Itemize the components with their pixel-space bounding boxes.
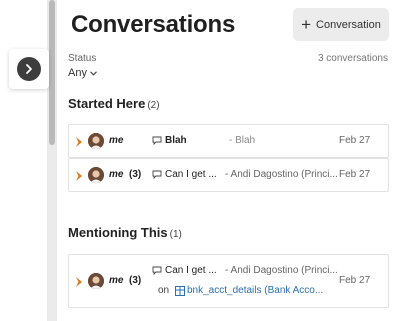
message-count: (3) — [129, 275, 142, 286]
message-snippet: - Andi Dagostino (Princi... — [225, 265, 338, 276]
conversation-date: Feb 27 — [339, 135, 371, 146]
section-title-mentioning-this: Mentioning This (1) — [68, 225, 182, 240]
status-filter-select[interactable]: Any — [68, 67, 97, 79]
conversation-topic: Can I get ... — [152, 265, 217, 276]
chevron-down-icon — [90, 70, 97, 76]
plus-icon: + — [301, 14, 312, 34]
section-title-text: Started Here — [68, 96, 146, 111]
asset-link[interactable]: bnk_acct_details (Bank Acco... — [175, 285, 323, 296]
avatar — [88, 167, 104, 183]
conversation-topic: Can I get ... — [152, 169, 217, 180]
topic-text: Blah — [165, 135, 187, 146]
participant-name: me — [109, 169, 124, 180]
new-conversation-button[interactable]: + Conversation — [293, 8, 389, 41]
topic-text: Can I get ... — [165, 265, 217, 276]
conversations-panel: Conversations + Conversation Status Any … — [60, 0, 400, 321]
avatar — [88, 133, 104, 149]
conversation-count: 3 conversations — [317, 53, 388, 64]
section-title-text: Mentioning This — [68, 225, 168, 240]
message-snippet: - Andi Dagostino (Princi... — [225, 169, 338, 180]
conversation-date: Feb 27 — [339, 275, 371, 286]
speech-bubble-icon — [152, 170, 162, 179]
flag-icon — [76, 137, 82, 147]
participant-name: me — [109, 275, 124, 286]
status-filter-label: Status — [68, 53, 97, 64]
section-count: (1) — [169, 229, 182, 240]
conversation-topic: Blah — [152, 135, 187, 146]
section-title-started-here: Started Here (2) — [68, 96, 160, 111]
speech-bubble-icon — [152, 136, 162, 145]
conversation-date: Feb 27 — [339, 169, 371, 180]
status-filter-value: Any — [68, 67, 87, 79]
topic-text: Can I get ... — [165, 169, 217, 180]
participant-name: me — [109, 135, 124, 146]
on-label: on — [158, 285, 170, 296]
conversation-row[interactable]: me Blah - Blah Feb 27 — [68, 124, 389, 158]
conversation-row[interactable]: me (3) Can I get ... - Andi Dagostino (P… — [68, 158, 389, 192]
asset-link-text: bnk_acct_details (Bank Acco... — [187, 285, 324, 296]
scrollbar-thumb[interactable] — [49, 0, 55, 145]
message-snippet: - Blah — [229, 135, 256, 146]
flag-icon — [76, 171, 82, 181]
flag-icon — [76, 277, 82, 287]
message-count: (3) — [129, 169, 142, 180]
speech-bubble-icon — [152, 266, 162, 275]
new-conversation-label: Conversation — [316, 18, 381, 31]
avatar — [88, 273, 104, 289]
conversation-row[interactable]: me (3) Can I get ... - Andi Dagostino (P… — [68, 254, 389, 308]
section-count: (2) — [147, 100, 160, 111]
page-title: Conversations — [71, 11, 236, 38]
table-icon — [175, 285, 185, 296]
chevron-right-icon — [17, 57, 41, 81]
expand-panel-button[interactable] — [9, 49, 49, 89]
